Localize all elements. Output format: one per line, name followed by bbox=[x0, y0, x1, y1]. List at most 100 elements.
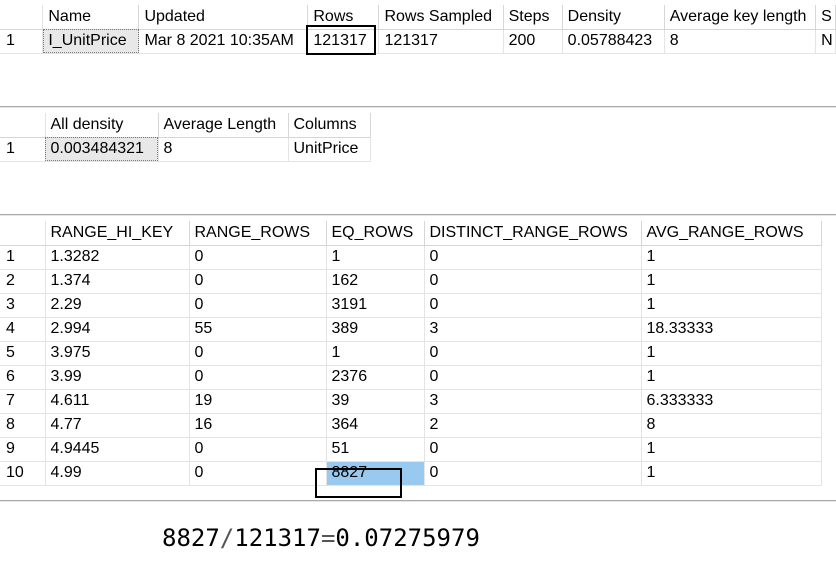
cell-all-density[interactable]: 0.003484321 bbox=[45, 137, 159, 162]
table-row[interactable]: 2 1.374 0 162 0 1 bbox=[0, 269, 822, 294]
cell-distinct-range-rows[interactable]: 3 bbox=[424, 317, 642, 342]
cell-updated[interactable]: Mar 8 2021 10:35AM bbox=[138, 29, 309, 54]
table-row[interactable]: 8 4.77 16 364 2 8 bbox=[0, 413, 822, 438]
table-row[interactable]: 10 4.99 0 8827 0 1 bbox=[0, 461, 822, 486]
cell-avg-range-rows[interactable]: 1 bbox=[641, 437, 822, 462]
cell-eq-rows[interactable]: 51 bbox=[326, 437, 425, 462]
cell-range-hi-key[interactable]: 4.9445 bbox=[45, 437, 190, 462]
col-header-average-length[interactable]: Average Length bbox=[158, 113, 289, 138]
col-header-steps[interactable]: Steps bbox=[503, 5, 563, 30]
cell-eq-rows[interactable]: 389 bbox=[326, 317, 425, 342]
cell-avg-range-rows[interactable]: 18.33333 bbox=[641, 317, 822, 342]
pane-splitter[interactable] bbox=[0, 214, 836, 217]
cell-distinct-range-rows[interactable]: 0 bbox=[424, 365, 642, 390]
cell-range-hi-key[interactable]: 1.3282 bbox=[45, 245, 190, 270]
cell-distinct-range-rows[interactable]: 3 bbox=[424, 389, 642, 414]
cell-distinct-range-rows[interactable]: 0 bbox=[424, 293, 642, 318]
cell-range-rows[interactable]: 55 bbox=[189, 317, 327, 342]
cell-range-rows[interactable]: 0 bbox=[189, 293, 327, 318]
cell-range-hi-key[interactable]: 4.611 bbox=[45, 389, 190, 414]
cell-avg-range-rows[interactable]: 8 bbox=[641, 413, 822, 438]
col-header-truncated[interactable]: S bbox=[815, 5, 836, 30]
col-header-name[interactable]: Name bbox=[42, 5, 140, 30]
row-number[interactable]: 1 bbox=[0, 245, 46, 270]
cell-range-hi-key[interactable]: 1.374 bbox=[45, 269, 190, 294]
col-header-all-density[interactable]: All density bbox=[45, 113, 159, 138]
cell-eq-rows[interactable]: 1 bbox=[326, 245, 425, 270]
row-number[interactable]: 4 bbox=[0, 317, 46, 342]
cell-density[interactable]: 0.05788423 bbox=[562, 29, 665, 54]
cell-range-hi-key[interactable]: 3.99 bbox=[45, 365, 190, 390]
cell-range-rows[interactable]: 0 bbox=[189, 269, 327, 294]
col-header-columns[interactable]: Columns bbox=[288, 113, 371, 138]
cell-avg-range-rows[interactable]: 1 bbox=[641, 293, 822, 318]
col-header-rows[interactable]: Rows bbox=[307, 5, 380, 30]
table-row[interactable]: 4 2.994 55 389 3 18.33333 bbox=[0, 317, 822, 342]
cell-range-rows[interactable]: 16 bbox=[189, 413, 327, 438]
col-header-average-key-length[interactable]: Average key length bbox=[664, 5, 817, 30]
cell-average-key-length[interactable]: 8 bbox=[664, 29, 817, 54]
cell-rows-sampled[interactable]: 121317 bbox=[378, 29, 504, 54]
table-row[interactable]: 1 1.3282 0 1 0 1 bbox=[0, 245, 822, 270]
col-header-updated[interactable]: Updated bbox=[138, 5, 309, 30]
row-number[interactable]: 1 bbox=[0, 29, 44, 54]
cell-rows[interactable]: 121317 bbox=[307, 29, 380, 54]
cell-range-hi-key[interactable]: 2.29 bbox=[45, 293, 190, 318]
cell-avg-range-rows[interactable]: 1 bbox=[641, 269, 822, 294]
table-row[interactable]: 5 3.975 0 1 0 1 bbox=[0, 341, 822, 366]
table-row[interactable]: 3 2.29 0 3191 0 1 bbox=[0, 293, 822, 318]
cell-range-hi-key[interactable]: 4.77 bbox=[45, 413, 190, 438]
cell-eq-rows[interactable]: 162 bbox=[326, 269, 425, 294]
cell-distinct-range-rows[interactable]: 0 bbox=[424, 341, 642, 366]
cell-range-rows[interactable]: 0 bbox=[189, 437, 327, 462]
cell-range-rows[interactable]: 0 bbox=[189, 245, 327, 270]
cell-avg-range-rows[interactable]: 1 bbox=[641, 245, 822, 270]
cell-distinct-range-rows[interactable]: 0 bbox=[424, 269, 642, 294]
row-number[interactable]: 5 bbox=[0, 341, 46, 366]
pane-splitter[interactable] bbox=[0, 500, 836, 503]
cell-avg-range-rows[interactable]: 1 bbox=[641, 341, 822, 366]
cell-distinct-range-rows[interactable]: 0 bbox=[424, 437, 642, 462]
cell-range-hi-key[interactable]: 2.994 bbox=[45, 317, 190, 342]
cell-eq-rows[interactable]: 3191 bbox=[326, 293, 425, 318]
cell-avg-range-rows[interactable]: 6.333333 bbox=[641, 389, 822, 414]
col-header-avg-range-rows[interactable]: AVG_RANGE_ROWS bbox=[641, 221, 822, 246]
row-number[interactable]: 8 bbox=[0, 413, 46, 438]
cell-range-rows[interactable]: 0 bbox=[189, 365, 327, 390]
col-header-range-rows[interactable]: RANGE_ROWS bbox=[189, 221, 327, 246]
row-number[interactable]: 9 bbox=[0, 437, 46, 462]
col-header-density[interactable]: Density bbox=[562, 5, 665, 30]
col-header-distinct-range-rows[interactable]: DISTINCT_RANGE_ROWS bbox=[424, 221, 642, 246]
table-row[interactable]: 1 0.003484321 8 UnitPrice bbox=[0, 137, 371, 162]
row-number[interactable]: 6 bbox=[0, 365, 46, 390]
row-number[interactable]: 1 bbox=[0, 137, 46, 162]
col-header-eq-rows[interactable]: EQ_ROWS bbox=[326, 221, 425, 246]
col-header-range-hi-key[interactable]: RANGE_HI_KEY bbox=[45, 221, 190, 246]
cell-distinct-range-rows[interactable]: 2 bbox=[424, 413, 642, 438]
row-number[interactable]: 2 bbox=[0, 269, 46, 294]
table-row[interactable]: 9 4.9445 0 51 0 1 bbox=[0, 437, 822, 462]
table-row[interactable]: 6 3.99 0 2376 0 1 bbox=[0, 365, 822, 390]
cell-range-rows[interactable]: 0 bbox=[189, 461, 327, 486]
cell-avg-range-rows[interactable]: 1 bbox=[641, 461, 822, 486]
cell-distinct-range-rows[interactable]: 0 bbox=[424, 245, 642, 270]
cell-columns[interactable]: UnitPrice bbox=[288, 137, 371, 162]
cell-distinct-range-rows[interactable]: 0 bbox=[424, 461, 642, 486]
cell-steps[interactable]: 200 bbox=[503, 29, 563, 54]
cell-range-rows[interactable]: 0 bbox=[189, 341, 327, 366]
cell-eq-rows[interactable]: 39 bbox=[326, 389, 425, 414]
col-header-rows-sampled[interactable]: Rows Sampled bbox=[378, 5, 504, 30]
row-number[interactable]: 10 bbox=[0, 461, 46, 486]
cell-range-hi-key[interactable]: 4.99 bbox=[45, 461, 190, 486]
cell-truncated[interactable]: N bbox=[815, 29, 836, 54]
cell-range-hi-key[interactable]: 3.975 bbox=[45, 341, 190, 366]
cell-eq-rows[interactable]: 8827 bbox=[326, 461, 425, 486]
row-number[interactable]: 3 bbox=[0, 293, 46, 318]
cell-name[interactable]: I_UnitPrice bbox=[42, 29, 140, 54]
cell-average-length[interactable]: 8 bbox=[158, 137, 289, 162]
table-row[interactable]: 7 4.611 19 39 3 6.333333 bbox=[0, 389, 822, 414]
cell-eq-rows[interactable]: 364 bbox=[326, 413, 425, 438]
cell-range-rows[interactable]: 19 bbox=[189, 389, 327, 414]
row-number[interactable]: 7 bbox=[0, 389, 46, 414]
table-row[interactable]: 1 I_UnitPrice Mar 8 2021 10:35AM 121317 … bbox=[0, 29, 836, 54]
